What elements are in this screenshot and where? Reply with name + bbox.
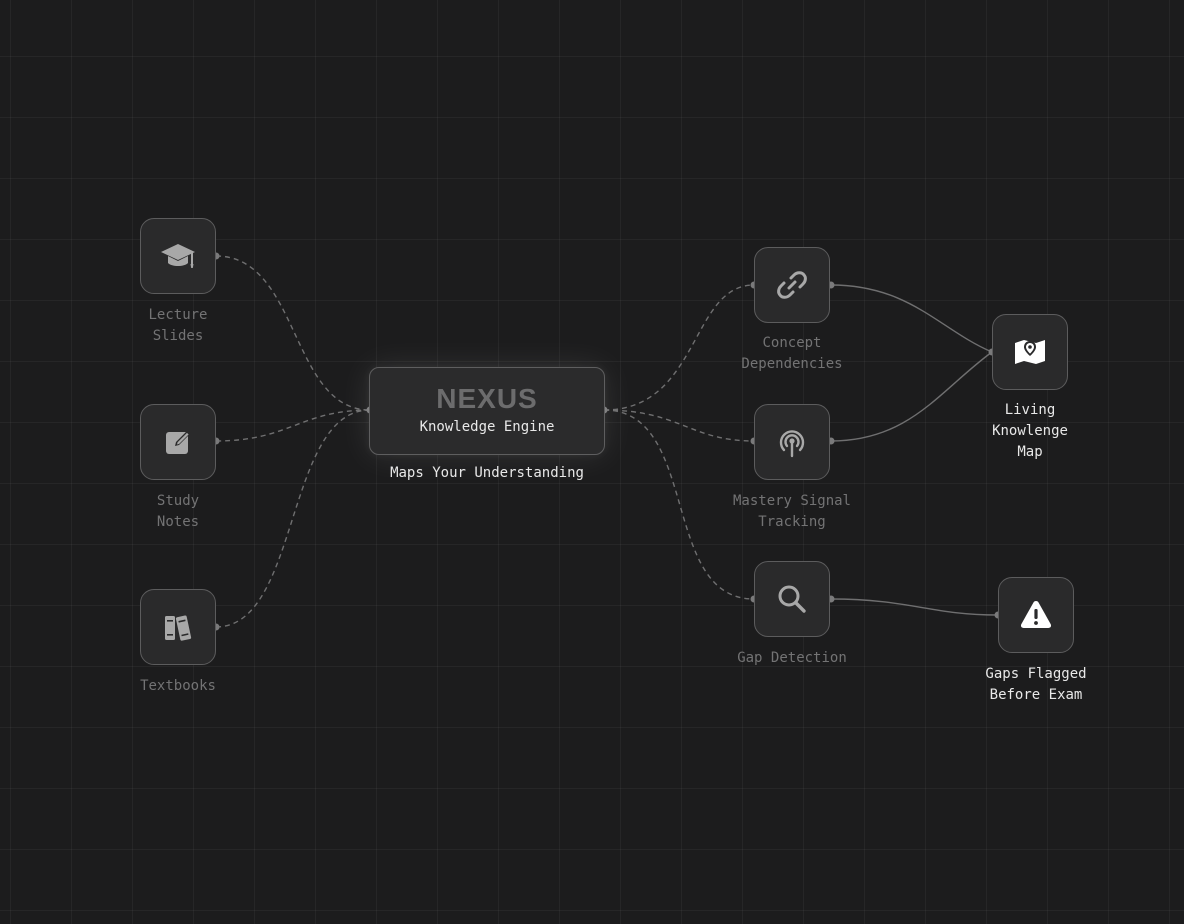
node-lecture-slides[interactable] <box>140 218 216 294</box>
signal-tracking-icon <box>779 430 805 458</box>
node-label: Lecture Slides <box>148 307 208 344</box>
link-icon <box>777 271 807 299</box>
diagram-canvas: Lecture Slides Study Notes Textbooks NEX… <box>0 0 1184 924</box>
hub-subtitle: Knowledge Engine <box>419 419 555 435</box>
hub-title: NEXUS <box>436 383 538 414</box>
hub-caption: Maps Your Understanding <box>390 465 584 481</box>
node-label: Concept Dependencies <box>741 335 843 372</box>
node-study-notes[interactable] <box>140 404 216 480</box>
node-label: Living Knowlenge Map <box>992 402 1068 460</box>
node-concept-dependencies[interactable] <box>754 247 830 323</box>
graduation-cap-icon <box>161 244 195 268</box>
books-icon <box>165 615 192 641</box>
warning-icon <box>1020 601 1052 628</box>
edge-notes-to-hub <box>215 409 371 442</box>
nexus-hub-node[interactable]: NEXUS Knowledge Engine <box>369 367 605 455</box>
node-gap-detection[interactable] <box>754 561 830 637</box>
node-label: Gaps Flagged Before Exam <box>985 666 1087 703</box>
edge-hub-to-mastery <box>603 409 755 442</box>
node-label: Mastery Signal Tracking <box>732 493 851 530</box>
node-label: Textbooks <box>140 678 216 694</box>
node-gaps-flagged[interactable] <box>998 577 1074 653</box>
map-pin-icon <box>1015 340 1045 364</box>
node-mastery-signal-tracking[interactable] <box>754 404 830 480</box>
node-label: Study Notes <box>156 493 200 530</box>
node-living-knowledge-map[interactable] <box>992 314 1068 390</box>
node-textbooks[interactable] <box>140 589 216 665</box>
search-icon <box>778 585 806 613</box>
node-label: Gap Detection <box>737 650 847 666</box>
edge-gap-to-warning <box>830 598 999 616</box>
edit-note-icon <box>166 431 190 454</box>
